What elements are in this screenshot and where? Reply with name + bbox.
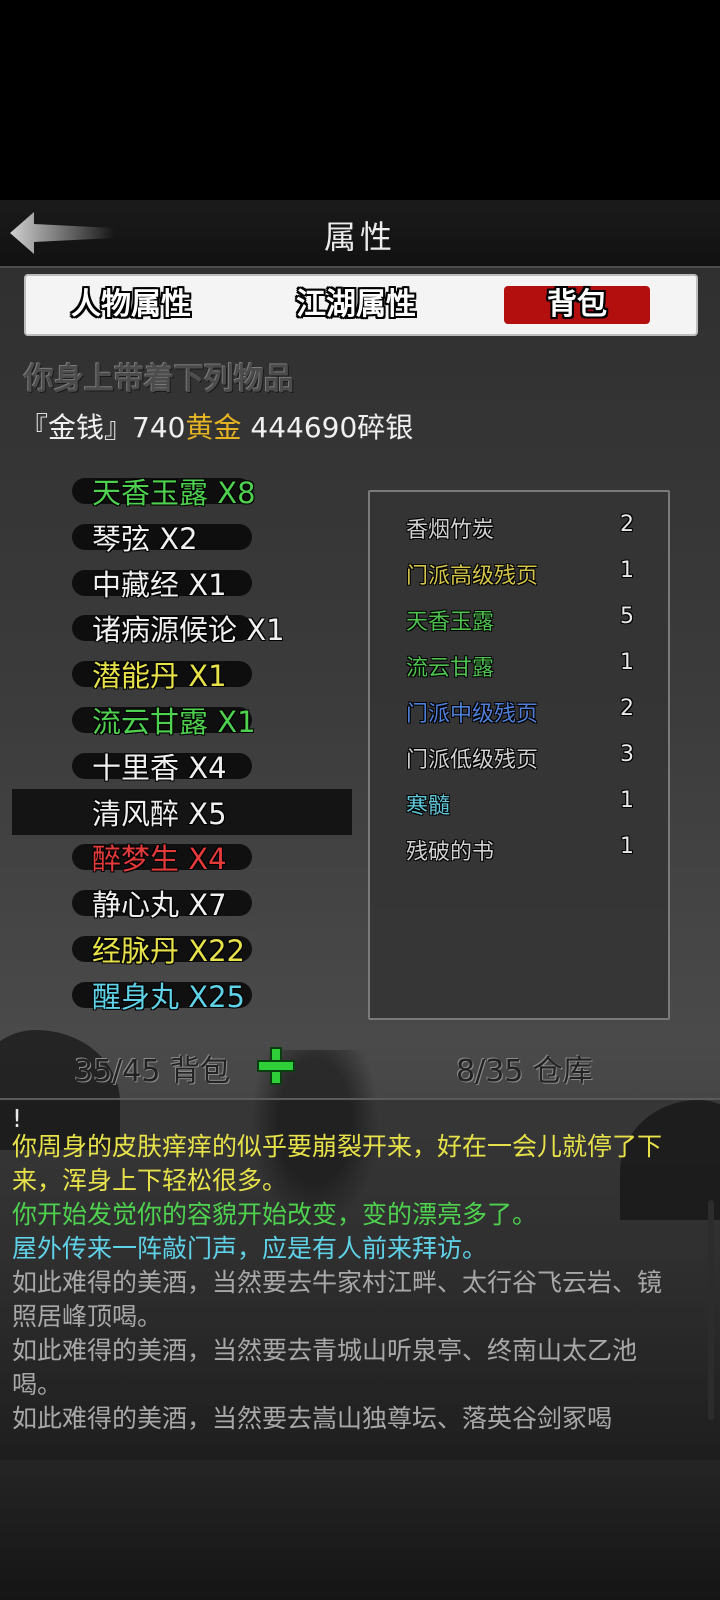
item-name-qty: 醉梦生 X4 <box>92 842 227 877</box>
item-name-qty: 天香玉露 X8 <box>92 476 256 510</box>
warehouse-item-count: 5 <box>620 604 634 629</box>
header-bar: 属性 <box>0 200 720 268</box>
warehouse-item[interactable]: 门派高级残页 1 <box>370 554 668 594</box>
inventory-item[interactable]: 琴弦 X2 <box>0 514 360 560</box>
silver-amount: 444690 <box>250 411 358 444</box>
tab-backpack[interactable]: 背包 <box>504 286 650 324</box>
tab-character-attributes[interactable]: 人物属性 <box>56 286 206 324</box>
item-name-qty: 静心丸 X7 <box>92 888 227 923</box>
item-name-qty: 清风醉 X5 <box>92 796 227 831</box>
inventory-item[interactable]: 醉梦生 X4 <box>0 834 360 880</box>
warehouse-item-name: 门派中级残页 <box>406 702 539 727</box>
warehouse-item-name: 门派低级残页 <box>406 748 539 773</box>
inventory-item[interactable]: 清风醉 X5 <box>12 788 352 835</box>
log-message: 你开始发觉你的容貌开始改变，变的漂亮多了。 <box>12 1200 538 1229</box>
warehouse-item-name: 香烟竹炭 <box>406 518 495 543</box>
warehouse-panel[interactable]: 香烟竹炭 2 门派高级残页 1 天香玉露 5 流云甘露 1 门派中级残页 2 门派低级残页 3 寒髓 1 残… <box>368 490 670 1020</box>
log-message: 如此难得的美酒，当然要去青城山听泉亭、终南山太乙池喝。 <box>12 1336 638 1399</box>
tab-bar: 人物属性 江湖属性 背包 <box>24 274 698 336</box>
page-title: 属性 <box>323 218 396 256</box>
plus-icon <box>257 1047 295 1085</box>
warehouse-item-name: 寒髓 <box>406 794 451 819</box>
log-message: 如此难得的美酒，当然要去牛家村江畔、太行谷飞云岩、镜照居峰顶喝。 <box>12 1268 663 1331</box>
game-screen: 属性 人物属性 江湖属性 背包 你身上带着下列物品 『金钱』740黄金 4446… <box>0 200 720 1600</box>
gold-amount: 740 <box>132 411 186 444</box>
warehouse-item[interactable]: 流云甘露 1 <box>370 646 668 686</box>
warehouse-item[interactable]: 寒髓 1 <box>370 784 668 824</box>
warehouse-item-name: 天香玉露 <box>406 610 495 635</box>
log-message: 你周身的皮肤痒痒的似乎要崩裂开来，好在一会儿就停了下来，浑身上下轻松很多。 <box>12 1132 663 1195</box>
inventory-item[interactable]: 流云甘露 X1 <box>0 697 360 743</box>
inventory-heading: 你身上带着下列物品 <box>24 362 294 397</box>
warehouse-item[interactable]: 香烟竹炭 2 <box>370 508 668 548</box>
item-name-qty: 醒身丸 X25 <box>92 979 245 1014</box>
item-name-qty: 流云甘露 X1 <box>92 705 256 739</box>
bag-capacity: 35/45 背包 <box>74 1054 230 1089</box>
item-name-qty: 十里香 X4 <box>92 750 227 785</box>
inventory-item[interactable]: 经脉丹 X22 <box>0 926 360 972</box>
warehouse-item-count: 1 <box>620 650 634 675</box>
money-label: 『金钱』 <box>20 411 133 444</box>
warehouse-item[interactable]: 天香玉露 5 <box>370 600 668 640</box>
warehouse-item-name: 门派高级残页 <box>406 564 539 589</box>
warehouse-item-count: 2 <box>620 512 634 537</box>
item-name-qty: 诸病源候论 X1 <box>92 613 285 648</box>
gold-unit: 黄金 <box>185 411 242 444</box>
warehouse-item-count: 1 <box>620 834 634 859</box>
item-name-qty: 琴弦 X2 <box>92 521 198 556</box>
inventory-item[interactable]: 中藏经 X1 <box>0 560 360 606</box>
warehouse-item[interactable]: 残破的书 1 <box>370 830 668 870</box>
log-scrollbar[interactable] <box>708 1200 714 1420</box>
warehouse-item-count: 1 <box>620 788 634 813</box>
expand-bag-button[interactable] <box>256 1046 296 1086</box>
warehouse-item-count: 3 <box>620 742 634 767</box>
warehouse-item[interactable]: 门派中级残页 2 <box>370 692 668 732</box>
silver-unit: 碎银 <box>357 411 414 444</box>
inventory-item[interactable]: 静心丸 X7 <box>0 880 360 926</box>
inventory-item[interactable]: 十里香 X4 <box>0 743 360 789</box>
warehouse-item-count: 2 <box>620 696 634 721</box>
item-name-qty: 潜能丹 X1 <box>92 659 227 694</box>
warehouse-capacity: 8/35 仓库 <box>456 1054 593 1089</box>
inventory-item[interactable]: 天香玉露 X8 <box>0 468 360 514</box>
log-message: 如此难得的美酒，当然要去嵩山独尊坛、落英谷剑冢喝 <box>12 1404 613 1433</box>
tab-jianghu-attributes[interactable]: 江湖属性 <box>281 286 431 324</box>
warehouse-item[interactable]: 门派低级残页 3 <box>370 738 668 778</box>
warehouse-item-name: 流云甘露 <box>406 656 495 681</box>
item-name-qty: 经脉丹 X22 <box>92 934 245 968</box>
inventory-item[interactable]: 诸病源候论 X1 <box>0 605 360 651</box>
inventory-item[interactable]: 醒身丸 X25 <box>0 972 360 1018</box>
inventory-item[interactable]: 潜能丹 X1 <box>0 651 360 697</box>
message-log: ! 你周身的皮肤痒痒的似乎要崩裂开来，好在一会儿就停了下来，浑身上下轻松很多。 你开… <box>0 1098 720 1460</box>
warehouse-item-name: 残破的书 <box>406 840 495 865</box>
warehouse-item-count: 1 <box>620 558 634 583</box>
log-message: 屋外传来一阵敲门声，应是有人前来拜访。 <box>12 1234 488 1263</box>
inventory-list[interactable]: 天香玉露 X8 琴弦 X2 中藏经 X1 诸病源候论 X1 潜能丹 X1 流云甘露 X1 十… <box>0 452 360 1032</box>
item-name-qty: 中藏经 X1 <box>92 567 227 602</box>
money-display: 『金钱』740黄金 444690碎银 <box>20 406 413 446</box>
